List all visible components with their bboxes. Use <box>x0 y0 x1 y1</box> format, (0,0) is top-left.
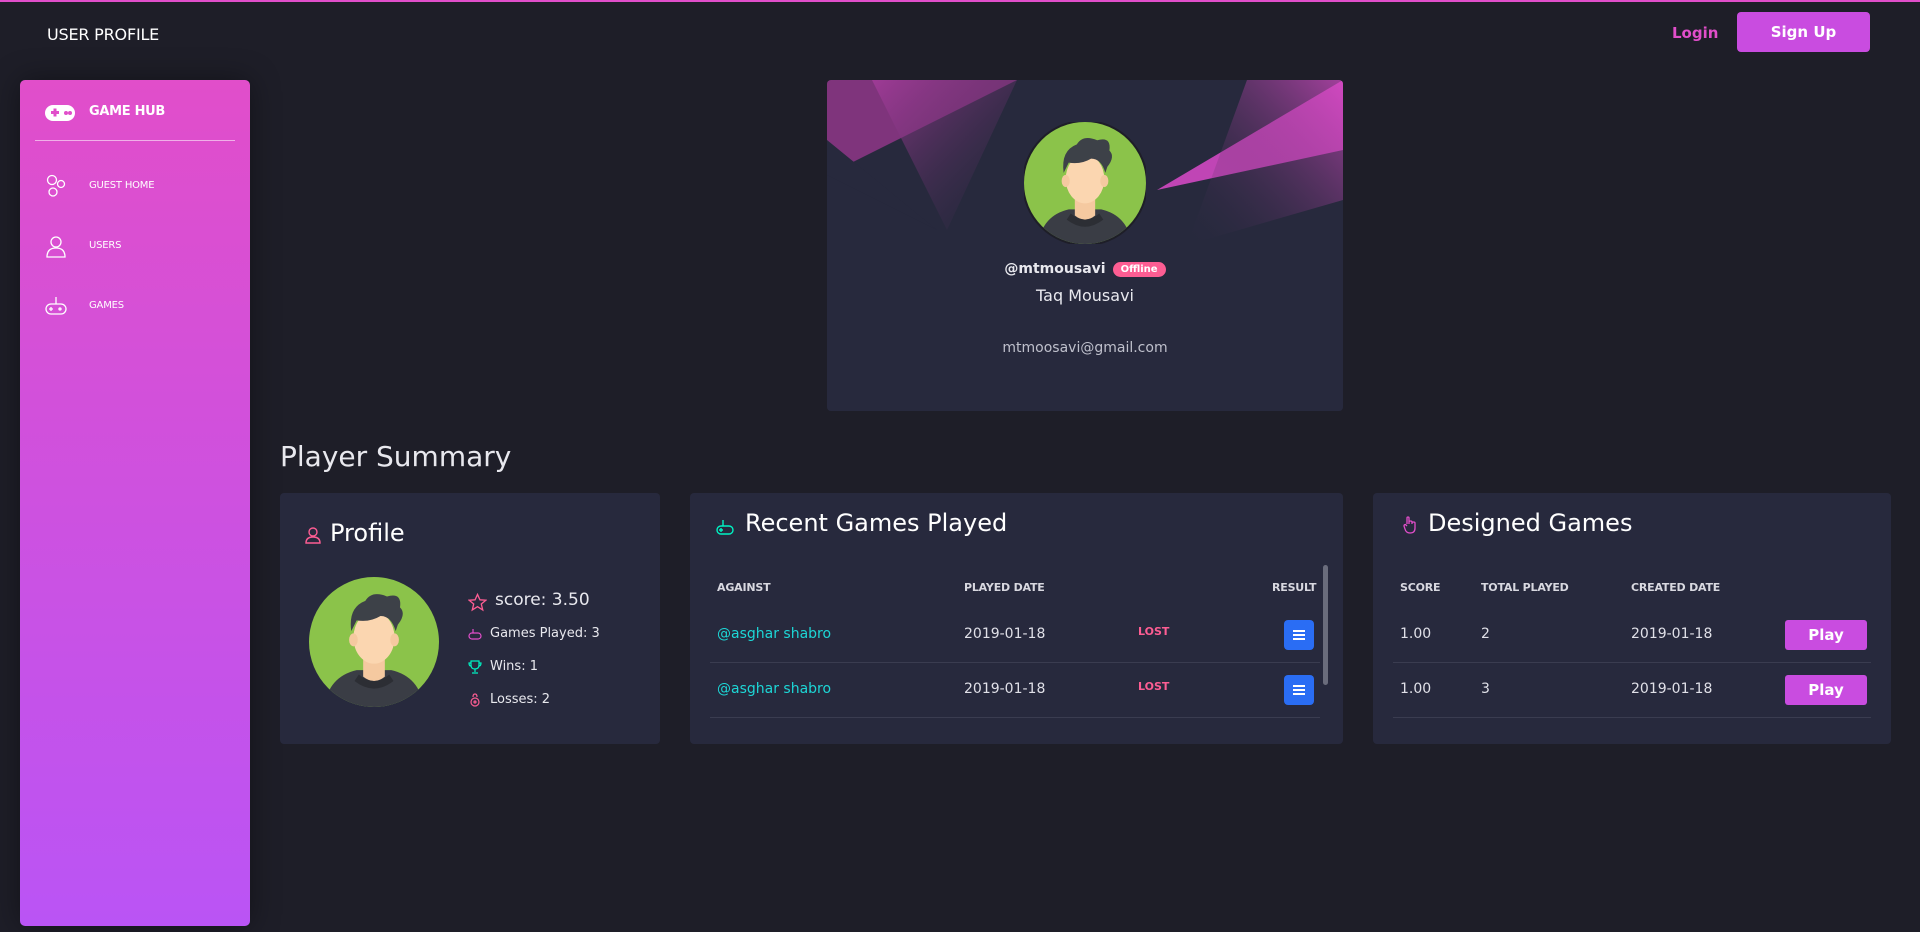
row-divider <box>1393 662 1871 663</box>
controller-icon <box>716 520 734 535</box>
losses-value: Losses: 2 <box>490 692 551 707</box>
column-header-total-played: TOTAL PLAYED <box>1481 581 1569 594</box>
section-heading: Player Summary <box>280 440 512 473</box>
row-divider <box>1393 717 1871 718</box>
designed-games-card: Designed Games SCORE TOTAL PLAYED CREATE… <box>1373 493 1891 744</box>
column-header-against: AGAINST <box>717 581 771 594</box>
played-date: 2019-01-18 <box>964 626 1046 642</box>
column-header-created-date: CREATED DATE <box>1631 581 1721 594</box>
sidebar-divider <box>35 140 235 141</box>
total-played: 2 <box>1481 626 1490 642</box>
card-title: Profile <box>330 519 405 547</box>
sidebar-brand[interactable]: GAME HUB <box>89 104 165 119</box>
column-header-played-date: PLAYED DATE <box>964 581 1045 594</box>
gamepad-icon[interactable] <box>44 102 76 124</box>
user-icon <box>305 527 321 544</box>
molecule-icon <box>46 174 66 197</box>
recent-games-card: Recent Games Played AGAINST PLAYED DATE … <box>690 493 1343 744</box>
email-address: mtmoosavi@gmail.com <box>1002 340 1168 356</box>
page-title: USER PROFILE <box>47 25 160 44</box>
score-value: score: 3.50 <box>495 590 590 610</box>
list-icon <box>1293 630 1305 640</box>
full-name: Taq Mousavi <box>1036 286 1134 305</box>
column-header-score: SCORE <box>1400 581 1441 594</box>
sidebar-item-label: USERS <box>89 240 122 251</box>
opponent-link[interactable]: @asghar shabro <box>717 681 831 697</box>
trophy-icon <box>468 660 482 674</box>
star-icon <box>468 593 487 612</box>
played-date: 2019-01-18 <box>964 681 1046 697</box>
controller-icon <box>468 629 482 640</box>
row-divider <box>710 662 1320 663</box>
created-date: 2019-01-18 <box>1631 626 1713 642</box>
user-icon <box>46 236 66 258</box>
login-link[interactable]: Login <box>1672 24 1718 42</box>
result-label: LOST <box>1138 680 1170 693</box>
pointer-hand-icon <box>1403 516 1416 534</box>
created-date: 2019-01-18 <box>1631 681 1713 697</box>
wins-value: Wins: 1 <box>490 659 538 674</box>
lock-icon <box>470 693 480 707</box>
sidebar-item-games[interactable]: GAMES <box>44 294 234 320</box>
handle-row: @mtmousavi Offline <box>827 258 1343 277</box>
column-header-result: RESULT <box>1272 581 1317 594</box>
avatar <box>1024 122 1146 244</box>
signup-button[interactable]: Sign Up <box>1737 12 1870 52</box>
card-title: Recent Games Played <box>745 509 1008 537</box>
username-handle: @mtmousavi <box>1004 261 1106 277</box>
profile-summary-card: Profile score: 3.50 Games Played: 3 Wins… <box>280 493 660 744</box>
play-button[interactable]: Play <box>1785 675 1867 705</box>
sidebar: GAME HUB GUEST HOME USERS GAMES <box>20 80 250 926</box>
avatar <box>309 577 439 707</box>
status-badge: Offline <box>1112 262 1166 277</box>
list-icon <box>1293 685 1305 695</box>
game-score: 1.00 <box>1400 681 1432 697</box>
details-button[interactable] <box>1284 620 1314 650</box>
sidebar-item-users[interactable]: USERS <box>44 234 234 260</box>
opponent-link[interactable]: @asghar shabro <box>717 626 831 642</box>
sidebar-item-label: GAMES <box>89 300 124 311</box>
play-button[interactable]: Play <box>1785 620 1867 650</box>
top-navbar: USER PROFILE Login Sign Up <box>0 2 1920 64</box>
details-button[interactable] <box>1284 675 1314 705</box>
total-played: 3 <box>1481 681 1490 697</box>
games-played-value: Games Played: 3 <box>490 626 600 641</box>
game-score: 1.00 <box>1400 626 1432 642</box>
card-title: Designed Games <box>1428 509 1633 537</box>
controller-icon <box>45 297 67 315</box>
result-label: LOST <box>1138 625 1170 638</box>
row-divider <box>710 717 1320 718</box>
user-profile-card: @mtmousavi Offline Taq Mousavi mtmoosavi@… <box>827 80 1343 411</box>
table-scrollbar[interactable] <box>1323 565 1328 685</box>
sidebar-item-label: GUEST HOME <box>89 180 155 191</box>
sidebar-item-guest-home[interactable]: GUEST HOME <box>44 174 234 200</box>
